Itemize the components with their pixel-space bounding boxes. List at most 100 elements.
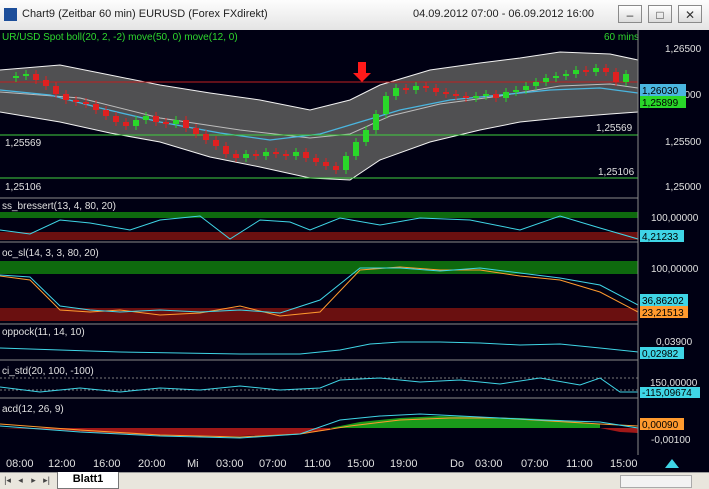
level-label-left-upper: 1,25569 xyxy=(5,138,42,149)
candle-body xyxy=(513,90,519,92)
date-range: 04.09.2012 07:00 - 06.09.2012 16:00 xyxy=(413,8,595,20)
candle-body xyxy=(403,88,409,90)
indicator4-label: ci_std(20, 100, -100) xyxy=(2,366,94,377)
price-panel-label: UR/USD Spot boll(20, 2, -2) move(50, 0) … xyxy=(2,32,238,43)
indicator3-label: oppock(11, 14, 10) xyxy=(2,327,85,338)
time-axis-label: Do xyxy=(450,458,464,470)
time-axis-label: 19:00 xyxy=(390,458,418,470)
candle-body xyxy=(333,166,339,170)
candle-body xyxy=(213,140,219,146)
svg-text:36,86202: 36,86202 xyxy=(642,296,684,307)
candle-body xyxy=(273,152,279,154)
candle-body xyxy=(73,100,79,102)
candle-body xyxy=(383,96,389,114)
indicator2-label: oc_sl(14, 3, 3, 80, 20) xyxy=(2,248,99,259)
next-sheet-icon[interactable]: ▸ xyxy=(29,475,38,486)
horizontal-scrollbar[interactable] xyxy=(620,475,692,488)
svg-text:-115,09674: -115,09674 xyxy=(642,388,692,399)
candle-body xyxy=(453,94,459,96)
chart-svg: UR/USD Spot boll(20, 2, -2) move(50, 0) … xyxy=(0,30,709,455)
candle-body xyxy=(613,72,619,82)
chart-window-icon xyxy=(4,8,17,21)
candle-body xyxy=(433,88,439,92)
candle-body xyxy=(33,74,39,80)
candle-body xyxy=(573,70,579,74)
maximize-button[interactable]: □ xyxy=(648,5,672,23)
indicator1-label: ss_bressert(13, 4, 80, 20) xyxy=(2,201,116,212)
candle-body xyxy=(393,88,399,96)
prev-sheet-icon[interactable]: ◂ xyxy=(16,475,25,486)
coppock-panel: oppock(11, 14, 10) xyxy=(0,327,639,355)
axis-tick: 1,26500 xyxy=(665,44,702,55)
time-axis: 08:00 12:00 16:00 20:00 Mi 03:00 07:00 11:00 15:… xyxy=(0,455,709,472)
candle-body xyxy=(103,110,109,116)
candle-body xyxy=(263,152,269,156)
chart-area[interactable]: UR/USD Spot boll(20, 2, -2) move(50, 0) … xyxy=(0,30,709,455)
indicator5-label: acd(12, 26, 9) xyxy=(2,404,64,415)
time-axis-label: 03:00 xyxy=(216,458,244,470)
close-button[interactable]: ✕ xyxy=(678,5,702,23)
candle-body xyxy=(143,116,149,120)
candle-body xyxy=(523,86,529,90)
time-axis-label: 15:00 xyxy=(347,458,375,470)
window-title: Chart9 (Zeitbar 60 min) EURUSD (Forex FX… xyxy=(22,8,268,20)
candle-body xyxy=(13,76,19,78)
candle-body xyxy=(253,154,259,156)
time-axis-label: 16:00 xyxy=(93,458,121,470)
candle-body xyxy=(323,162,329,166)
axis-tick: 0,03900 xyxy=(656,337,693,348)
candle-body xyxy=(563,74,569,76)
candle-body xyxy=(463,96,469,98)
candle-body xyxy=(183,120,189,128)
sheet-tab-blatt1[interactable]: Blatt1 xyxy=(57,472,119,489)
price-panel: UR/USD Spot boll(20, 2, -2) move(50, 0) … xyxy=(0,30,709,198)
sheet-tab-bar: |◂ ◂ ▸ ▸| Blatt1 xyxy=(0,472,709,489)
svg-text:1,26030: 1,26030 xyxy=(642,86,679,97)
time-axis-label: 20:00 xyxy=(138,458,166,470)
time-axis-label: 15:00 xyxy=(610,458,638,470)
candle-body xyxy=(23,74,29,76)
timeframe-label: 60 mins xyxy=(604,32,639,43)
candle-body xyxy=(303,152,309,158)
svg-text:0,00090: 0,00090 xyxy=(642,420,679,431)
svg-text:0,02982: 0,02982 xyxy=(642,349,679,360)
candle-body xyxy=(53,86,59,94)
axis-tick: -0,00100 xyxy=(651,435,691,446)
candle-body xyxy=(473,96,479,98)
candle-body xyxy=(593,68,599,72)
candle-body xyxy=(533,82,539,86)
axis-tick: 100,00000 xyxy=(651,264,699,275)
candle-body xyxy=(363,130,369,142)
stochastic-slow-panel: oc_sl(14, 3, 3, 80, 20) xyxy=(0,248,639,321)
candle-body xyxy=(443,92,449,94)
level-label-right-lower: 1,25106 xyxy=(598,167,635,178)
price-axis: 1,26500 1,26000 1,25500 1,25000 1,26030 … xyxy=(637,30,709,455)
candle-body xyxy=(543,78,549,82)
candle-body xyxy=(83,102,89,104)
level-label-left-lower: 1,25106 xyxy=(5,182,42,193)
last-sheet-icon[interactable]: ▸| xyxy=(42,475,51,486)
candle-body xyxy=(623,74,629,82)
macd-panel: acd(12, 26, 9) xyxy=(0,404,639,439)
candle-body xyxy=(283,154,289,156)
candle-body xyxy=(423,86,429,88)
time-axis-label: 11:00 xyxy=(566,458,593,470)
time-axis-label: 03:00 xyxy=(475,458,503,470)
candle-body xyxy=(603,68,609,72)
candle-body xyxy=(313,158,319,162)
time-axis-label: 07:00 xyxy=(259,458,287,470)
time-axis-label: 07:00 xyxy=(521,458,549,470)
first-sheet-icon[interactable]: |◂ xyxy=(3,475,12,486)
candle-body xyxy=(163,122,169,124)
candle-body xyxy=(223,146,229,154)
candle-body xyxy=(293,152,299,156)
time-axis-label: Mi xyxy=(187,458,199,470)
minimize-button[interactable]: – xyxy=(618,5,642,23)
candle-body xyxy=(43,80,49,86)
axis-tick: 1,25000 xyxy=(665,182,702,193)
axis-tick: 1,25500 xyxy=(665,137,702,148)
candle-body xyxy=(233,154,239,158)
level-label-right-upper: 1,25569 xyxy=(596,123,633,134)
stochastic-bressert-panel: ss_bressert(13, 4, 80, 20) xyxy=(0,201,639,240)
cci-panel: ci_std(20, 100, -100) xyxy=(0,366,638,393)
